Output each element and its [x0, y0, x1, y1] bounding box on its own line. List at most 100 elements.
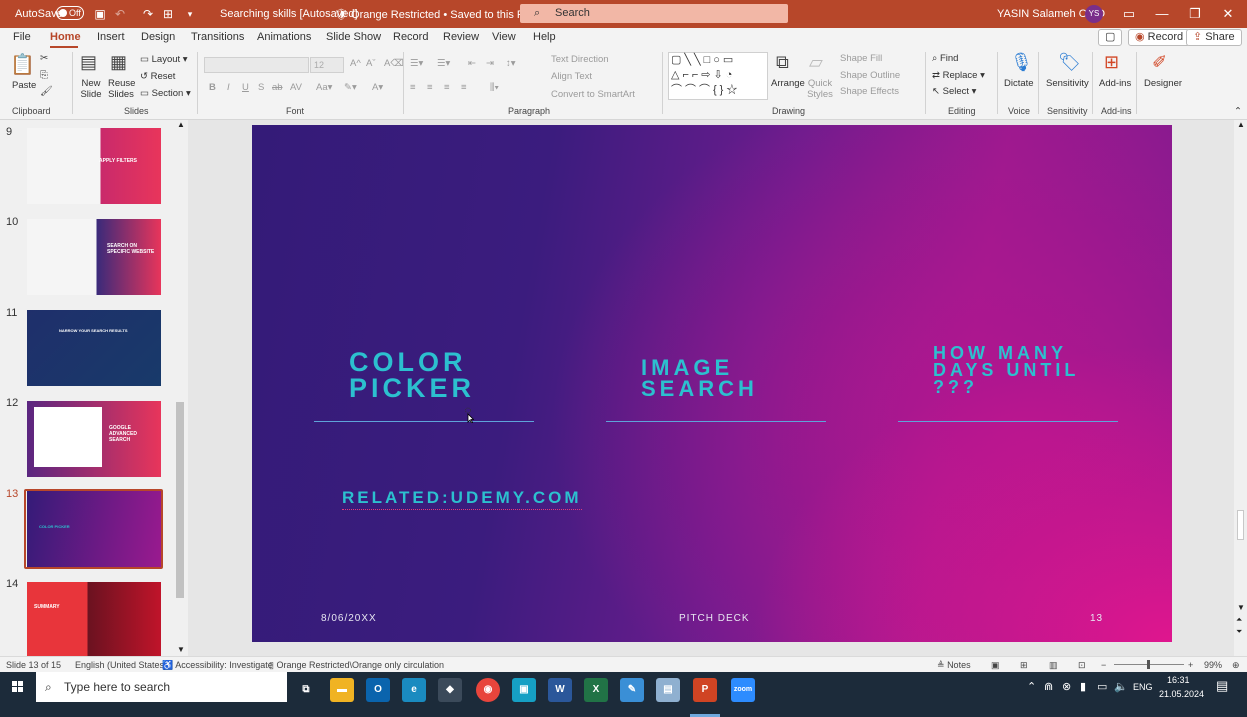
shadow-icon[interactable]: S — [258, 82, 264, 93]
network-icon[interactable]: ⋒ — [1044, 680, 1053, 693]
tab-design[interactable]: Design — [141, 31, 175, 43]
bullets-icon[interactable]: ☰▾ — [410, 58, 423, 69]
scroll-thumb[interactable] — [1237, 510, 1244, 540]
restore-icon[interactable]: ❐ — [1185, 5, 1205, 23]
accessibility-status[interactable]: ♿ Accessibility: Investigate — [162, 660, 273, 671]
reuse-slides-button[interactable]: Reuse Slides — [108, 78, 135, 100]
customize-qat-icon[interactable]: ▾ — [182, 6, 198, 22]
line-spacing-icon[interactable]: ↕▾ — [506, 58, 516, 69]
format-painter-icon[interactable]: 🖌 — [40, 86, 53, 97]
notepad-icon[interactable]: ▤ — [656, 678, 680, 702]
sensitivity-status[interactable]: 🛡 Orange Restricted • Saved to this PC ▾ — [334, 8, 541, 21]
designer-icon[interactable]: ✐ — [1152, 52, 1167, 73]
sensitivity-button[interactable]: Sensitivity — [1046, 78, 1089, 89]
thumbnail-slide-9[interactable]: APPLY FILTERS — [27, 128, 161, 204]
start-button[interactable] — [0, 672, 36, 717]
tab-review[interactable]: Review — [443, 31, 479, 43]
tab-help[interactable]: Help — [533, 31, 556, 43]
excel-icon[interactable]: X — [584, 678, 608, 702]
thumbnail-slide-11[interactable]: NARROW YOUR SEARCH RESULTS — [27, 310, 161, 386]
previous-slide-icon[interactable]: ⏶ — [1236, 615, 1242, 625]
arrange-icon[interactable]: ⧉ — [776, 52, 789, 73]
select-button[interactable]: ↖ Select ▾ — [932, 86, 976, 97]
scroll-down-icon[interactable]: ▼ — [177, 645, 185, 654]
sensitivity-label-status[interactable]: ▯ Orange Restricted\Orange only circulat… — [269, 660, 444, 671]
edge-icon[interactable]: e — [402, 678, 426, 702]
increase-indent-icon[interactable]: ⇥ — [486, 58, 494, 69]
change-case-icon[interactable]: Aa▾ — [316, 82, 332, 93]
reset-button[interactable]: ↺ Reset — [140, 71, 175, 82]
copy-icon[interactable]: ⎘ — [40, 70, 48, 81]
powerpoint-icon[interactable]: P — [693, 678, 717, 702]
outlook-icon[interactable]: O — [366, 678, 390, 702]
close-icon[interactable]: ✕ — [1218, 5, 1238, 23]
paste-icon[interactable]: 📋 — [10, 52, 35, 78]
tab-home[interactable]: Home — [50, 31, 81, 43]
comments-button[interactable]: ▢ — [1098, 29, 1122, 46]
strikethrough-icon[interactable]: ab — [272, 82, 283, 93]
tab-view[interactable]: View — [492, 31, 516, 43]
replace-button[interactable]: ⇄ Replace ▾ — [932, 70, 985, 81]
font-color-icon[interactable]: A▾ — [372, 82, 383, 93]
reading-view-icon[interactable]: ▥ — [1049, 660, 1058, 671]
thumbnail-slide-12[interactable]: GOOGLE ADVANCED SEARCH — [27, 401, 161, 477]
slide-title-how-many-days[interactable]: HOW MANY DAYS UNTIL ??? — [933, 344, 1079, 396]
next-slide-icon[interactable]: ⏷ — [1236, 627, 1242, 637]
redo-icon[interactable]: ↷ — [140, 6, 156, 22]
tab-transitions[interactable]: Transitions — [191, 31, 244, 43]
tab-animations[interactable]: Animations — [257, 31, 311, 43]
justify-icon[interactable]: ≡ — [461, 82, 467, 93]
shape-outline-button[interactable]: Shape Outline — [840, 70, 900, 81]
normal-view-icon[interactable]: ▣ — [991, 660, 1000, 671]
zoom-slider-thumb[interactable] — [1147, 660, 1150, 669]
sensitivity-icon[interactable]: 🏷 — [1058, 52, 1081, 73]
text-direction-button[interactable]: Text Direction — [551, 54, 609, 65]
scroll-up-icon[interactable]: ▲ — [177, 120, 185, 129]
zoom-out-icon[interactable]: − — [1101, 660, 1106, 670]
find-button[interactable]: ⌕ Find — [932, 53, 958, 64]
app-icon[interactable]: ◆ — [438, 678, 462, 702]
align-center-icon[interactable]: ≡ — [427, 82, 433, 93]
autosave-toggle[interactable]: Off — [56, 6, 84, 20]
italic-icon[interactable]: I — [227, 82, 230, 93]
slide-title-image-search[interactable]: IMAGE SEARCH — [641, 357, 758, 400]
collapse-ribbon-icon[interactable]: ⌃ — [1234, 106, 1242, 117]
new-slide-button[interactable]: New Slide — [80, 78, 102, 100]
character-spacing-icon[interactable]: AV — [290, 82, 302, 93]
underline-icon[interactable]: U — [242, 82, 249, 93]
align-right-icon[interactable]: ≡ — [444, 82, 450, 93]
shape-fill-button[interactable]: Shape Fill — [840, 53, 882, 64]
tray-expand-icon[interactable]: ⌃ — [1027, 680, 1036, 693]
file-explorer-icon[interactable]: ▬ — [330, 678, 354, 702]
tab-slide-show[interactable]: Slide Show — [326, 31, 381, 43]
thumbnail-slide-13[interactable]: COLOR PICKER — [27, 491, 161, 567]
tab-file[interactable]: File — [13, 31, 31, 43]
align-left-icon[interactable]: ≡ — [410, 82, 416, 93]
save-icon[interactable]: ▣ — [92, 6, 108, 22]
columns-icon[interactable]: ⫼▾ — [490, 82, 499, 93]
section-button[interactable]: ▭ Section ▾ — [140, 88, 191, 99]
zoom-icon[interactable]: zoom — [731, 678, 755, 702]
volume-icon[interactable]: 🔈 — [1114, 680, 1128, 693]
decrease-indent-icon[interactable]: ⇤ — [468, 58, 476, 69]
vpn-icon[interactable]: ⊗ — [1062, 680, 1071, 693]
designer-button[interactable]: Designer — [1144, 78, 1182, 89]
shape-effects-button[interactable]: Shape Effects — [840, 86, 899, 97]
clock-date[interactable]: 21.05.2024 — [1159, 689, 1204, 699]
notes-button[interactable]: ≜ Notes — [937, 660, 971, 671]
undo-icon[interactable]: ↶ — [112, 6, 128, 22]
tab-record[interactable]: Record — [393, 31, 428, 43]
input-language[interactable]: ENG — [1133, 682, 1153, 692]
thumbnail-slide-10[interactable]: SEARCH ON SPECIFIC WEBSITE — [27, 219, 161, 295]
numbering-icon[interactable]: ☰▾ — [437, 58, 450, 69]
slideshow-from-beginning-icon[interactable]: ⊞ — [160, 6, 176, 22]
addins-icon[interactable]: ⊞ — [1104, 52, 1119, 73]
tab-insert[interactable]: Insert — [97, 31, 125, 43]
search-input[interactable]: ⌕ Search — [520, 4, 788, 23]
zoom-in-icon[interactable]: + — [1188, 660, 1193, 670]
shapes-gallery[interactable]: ▢╲╲□○▭ △⌐⌐⇨⇩◔ ⌒⌒⌒{}☆ — [668, 52, 768, 100]
addins-button[interactable]: Add-ins — [1099, 78, 1131, 89]
record-button[interactable]: ◉ Record — [1128, 29, 1191, 46]
thumbnail-slide-14[interactable]: SUMMARY — [27, 582, 161, 658]
slide-title-color-picker[interactable]: COLOR PICKER — [349, 348, 475, 401]
